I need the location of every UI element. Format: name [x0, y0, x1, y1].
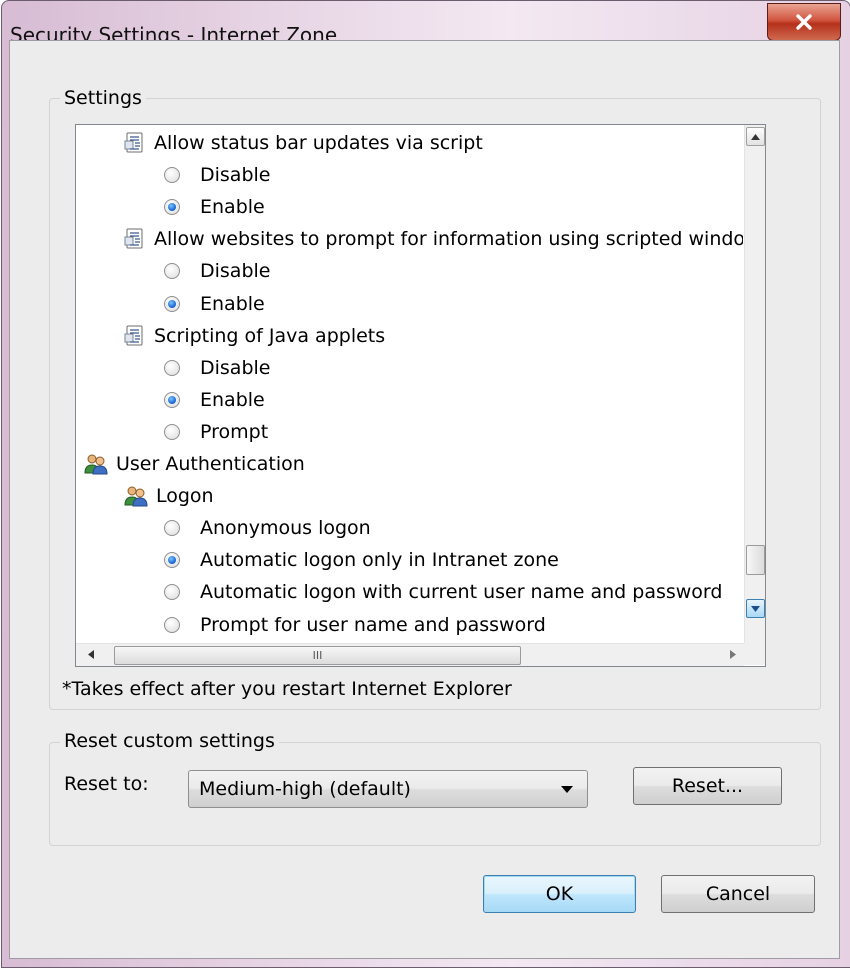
category-item: User Authentication [84, 450, 305, 478]
radio-option[interactable]: Anonymous logon [164, 514, 371, 542]
reset-legend: Reset custom settings [60, 730, 279, 752]
reset-level-dropdown[interactable]: Medium-high (default) [188, 770, 588, 808]
scroll-corner [744, 643, 765, 665]
radio-option[interactable]: Prompt for user name and password [164, 611, 546, 639]
reset-to-label: Reset to: [64, 773, 149, 795]
users-icon [84, 453, 108, 475]
radio-button[interactable] [164, 616, 180, 633]
radio-button[interactable] [164, 423, 180, 440]
radio-button[interactable] [164, 520, 180, 537]
option-label: Enable [200, 292, 265, 315]
setting-item: Allow websites to prompt for information… [124, 225, 743, 253]
radio-button[interactable] [164, 167, 180, 184]
radio-button[interactable] [164, 391, 180, 408]
radio-button[interactable] [164, 359, 180, 376]
horizontal-scrollbar[interactable]: III [76, 643, 744, 666]
ok-button[interactable]: OK [483, 875, 636, 913]
radio-option[interactable]: Automatic logon only in Intranet zone [164, 546, 559, 574]
radio-option[interactable]: Disable [164, 354, 270, 382]
users-icon [124, 485, 148, 507]
option-label: Allow websites to prompt for information… [154, 228, 743, 251]
arrow-down-icon [751, 605, 760, 612]
restart-note: *Takes effect after you restart Internet… [62, 678, 512, 700]
close-button[interactable] [767, 3, 841, 41]
option-label: Automatic logon with current user name a… [200, 581, 723, 604]
option-label: Logon [156, 485, 214, 508]
settings-rows: Allow status bar updates via script Disab… [76, 125, 743, 643]
option-label: Disable [200, 164, 271, 187]
option-label: Disable [200, 356, 271, 379]
cancel-button-label: Cancel [705, 883, 771, 905]
radio-button[interactable] [164, 552, 180, 569]
option-label: Allow status bar updates via script [154, 132, 483, 154]
script-document-icon [124, 325, 146, 347]
radio-button[interactable] [164, 584, 180, 601]
reset-button-label: Reset... [671, 775, 744, 797]
arrow-up-icon [751, 133, 760, 140]
reset-button[interactable]: Reset... [633, 767, 782, 805]
scroll-down-button[interactable] [746, 599, 765, 618]
option-label: Disable [200, 260, 271, 283]
vertical-scroll-thumb[interactable] [746, 545, 765, 575]
settings-legend: Settings [60, 87, 146, 109]
horizontal-scroll-thumb[interactable]: III [114, 646, 521, 665]
radio-button[interactable] [164, 263, 180, 280]
reset-level-value: Medium-high (default) [199, 778, 411, 800]
option-label: Scripting of Java applets [154, 324, 386, 347]
radio-button[interactable] [164, 295, 180, 312]
ok-button-label: OK [545, 883, 574, 905]
radio-option[interactable]: Disable [164, 161, 270, 189]
radio-option[interactable]: Enable [164, 386, 265, 414]
setting-item: Scripting of Java applets [124, 322, 385, 350]
radio-option[interactable]: Automatic logon with current user name a… [164, 578, 722, 606]
arrow-right-icon[interactable] [730, 650, 736, 659]
scroll-up-button[interactable] [746, 127, 765, 146]
close-icon [796, 14, 812, 30]
radio-option[interactable]: Prompt [164, 418, 268, 446]
radio-option[interactable]: Enable [164, 193, 265, 221]
option-label: Enable [200, 196, 265, 219]
option-label: Prompt for user name and password [200, 613, 546, 636]
setting-item: Allow status bar updates via script [124, 129, 483, 157]
option-label: Anonymous logon [200, 517, 371, 540]
option-label: Automatic logon only in Intranet zone [200, 549, 559, 572]
option-label: Prompt [200, 420, 269, 443]
arrow-left-icon[interactable] [88, 650, 94, 659]
subcategory-item: Logon [124, 482, 214, 510]
radio-option[interactable]: Disable [164, 257, 270, 285]
script-document-icon [124, 132, 146, 154]
option-label: Enable [200, 388, 265, 411]
vertical-scrollbar[interactable] [744, 125, 765, 643]
cancel-button[interactable]: Cancel [661, 875, 815, 913]
radio-button[interactable] [164, 199, 180, 216]
radio-option[interactable]: Enable [164, 290, 265, 318]
settings-list[interactable]: Allow status bar updates via script Disab… [75, 124, 766, 667]
scroll-grip: III [312, 649, 323, 662]
chevron-down-icon [561, 786, 573, 793]
script-document-icon [124, 228, 146, 250]
option-label: User Authentication [116, 453, 305, 475]
